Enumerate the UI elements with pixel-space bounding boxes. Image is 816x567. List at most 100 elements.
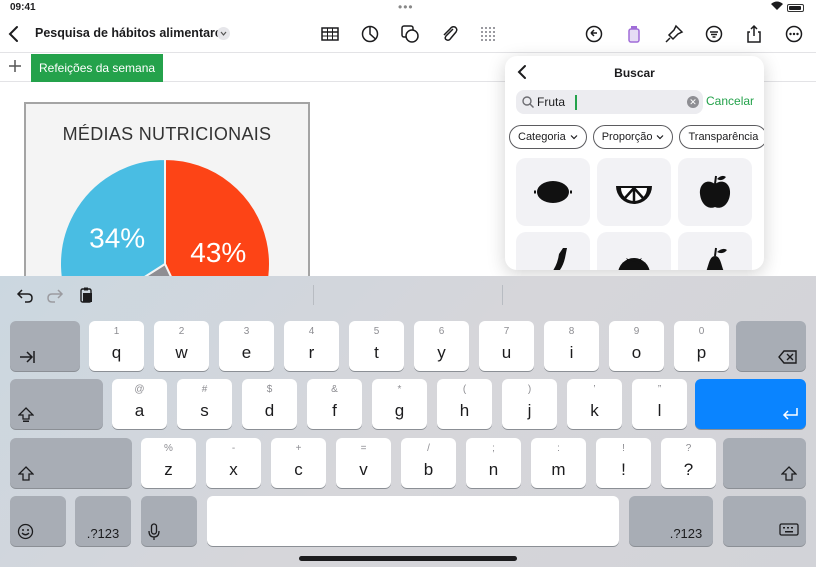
pie-slice-2[interactable]	[60, 157, 166, 276]
key-question[interactable]: ??	[661, 438, 716, 488]
key-exclamation[interactable]: !!	[596, 438, 651, 488]
shape-result-lemon[interactable]	[516, 158, 590, 226]
text-cursor	[575, 95, 577, 110]
key-u[interactable]: 7u	[479, 321, 534, 371]
filter-proporcao-button[interactable]: Proporção	[592, 125, 674, 149]
document-title[interactable]: Pesquisa de hábitos alimentares	[35, 26, 229, 40]
key-i[interactable]: 8i	[544, 321, 599, 371]
left-shift-key[interactable]	[10, 438, 132, 488]
multitasking-dots-icon[interactable]: •••	[398, 0, 414, 14]
numbers-key-left[interactable]: .?123	[75, 496, 131, 546]
paste-icon[interactable]	[77, 286, 95, 304]
key-x[interactable]: -x	[206, 438, 261, 488]
key-k[interactable]: ’ k	[567, 379, 622, 429]
shift-icon	[781, 466, 797, 481]
chart-container[interactable]: MÉDIAS NUTRICIONAIS 43% 34%	[24, 102, 310, 276]
shape-result-orange-slice[interactable]	[597, 158, 671, 226]
home-indicator[interactable]	[299, 556, 517, 561]
share-icon[interactable]	[744, 24, 764, 44]
key-o[interactable]: 9o	[609, 321, 664, 371]
key-label: d	[264, 401, 275, 420]
key-s[interactable]: # s	[177, 379, 232, 429]
search-field[interactable]: ✕	[516, 90, 703, 114]
shape-result-banana[interactable]	[516, 232, 590, 270]
more-icon[interactable]	[784, 24, 804, 44]
key-t[interactable]: 5t	[349, 321, 404, 371]
key-hint: ”	[657, 384, 662, 395]
key-label: s	[200, 401, 209, 420]
key-p[interactable]: 0p	[674, 321, 729, 371]
key-label: b	[423, 460, 434, 479]
key-label: !	[621, 460, 626, 479]
undo-icon[interactable]	[16, 286, 34, 304]
dictation-key[interactable]	[141, 496, 197, 546]
key-hint: 9	[633, 326, 640, 337]
key-w[interactable]: 2w	[154, 321, 209, 371]
shapes-icon[interactable]	[400, 24, 420, 44]
shape-result-apple[interactable]	[678, 158, 752, 226]
cancel-button[interactable]: Cancelar	[706, 94, 754, 108]
add-sheet-icon[interactable]	[7, 58, 23, 74]
redo-icon[interactable]	[46, 286, 64, 304]
key-a[interactable]: @ a	[112, 379, 167, 429]
key-v[interactable]: = v	[336, 438, 391, 488]
filter-label: Transparência	[688, 131, 759, 143]
shapes-search-popover: Buscar ✕ Cancelar Categoria Proporção Tr…	[505, 56, 764, 270]
media-grid-icon[interactable]	[478, 24, 498, 44]
key-hint: &	[331, 384, 338, 395]
organize-icon[interactable]	[704, 24, 724, 44]
attachment-icon[interactable]	[440, 24, 460, 44]
key-c[interactable]: + c	[271, 438, 326, 488]
key-label: .?123	[669, 526, 703, 541]
shape-result-tomato[interactable]	[597, 232, 671, 270]
key-q[interactable]: 1q	[89, 321, 144, 371]
right-shift-key[interactable]	[723, 438, 806, 488]
key-d[interactable]: $ d	[242, 379, 297, 429]
key-e[interactable]: 3e	[219, 321, 274, 371]
key-m[interactable]: :m	[531, 438, 586, 488]
key-h[interactable]: (h	[437, 379, 492, 429]
key-z[interactable]: % z	[141, 438, 196, 488]
key-hint: @	[134, 384, 145, 395]
delete-key[interactable]	[736, 321, 806, 371]
key-label: z	[164, 460, 173, 479]
key-hint: /	[427, 443, 430, 454]
key-label: e	[241, 343, 252, 362]
search-input[interactable]	[537, 92, 677, 112]
key-label: l	[657, 401, 662, 420]
tab-refeicoes-da-semana[interactable]: Refeições da semana	[31, 54, 164, 82]
clear-search-icon[interactable]: ✕	[687, 96, 699, 108]
pie-chart[interactable]: 43% 34%	[60, 104, 280, 276]
key-f[interactable]: & f	[307, 379, 362, 429]
key-hint: +	[295, 443, 302, 454]
key-r[interactable]: 4r	[284, 321, 339, 371]
key-j[interactable]: ) j	[502, 379, 557, 429]
return-key[interactable]	[695, 379, 806, 429]
key-b[interactable]: / b	[401, 438, 456, 488]
key-label: q	[111, 343, 122, 362]
key-g[interactable]: * g	[372, 379, 427, 429]
numbers-key-right[interactable]: .?123	[629, 496, 713, 546]
key-n[interactable]: ; n	[466, 438, 521, 488]
key-label: k	[590, 401, 599, 420]
emoji-key[interactable]	[10, 496, 66, 546]
caps-lock-key[interactable]	[10, 379, 103, 429]
pear-icon	[706, 247, 727, 270]
key-y[interactable]: 6y	[414, 321, 469, 371]
key-l[interactable]: ” l	[632, 379, 687, 429]
shape-result-pear[interactable]	[678, 232, 752, 270]
format-brush-icon[interactable]	[624, 24, 644, 44]
pin-icon[interactable]	[664, 24, 684, 44]
table-icon[interactable]	[320, 24, 340, 44]
filter-transparencia-button[interactable]: Transparência	[679, 125, 764, 149]
tab-key[interactable]	[10, 321, 80, 371]
title-menu-icon[interactable]	[217, 27, 230, 40]
undo-history-icon[interactable]	[584, 24, 604, 44]
search-icon	[522, 96, 534, 108]
hide-keyboard-key[interactable]	[723, 496, 806, 546]
chart-icon[interactable]	[360, 24, 380, 44]
back-icon[interactable]	[6, 24, 22, 44]
filter-categoria-button[interactable]: Categoria	[509, 125, 587, 149]
keyboard-dismiss-icon	[779, 523, 799, 536]
space-bar[interactable]	[207, 496, 619, 546]
